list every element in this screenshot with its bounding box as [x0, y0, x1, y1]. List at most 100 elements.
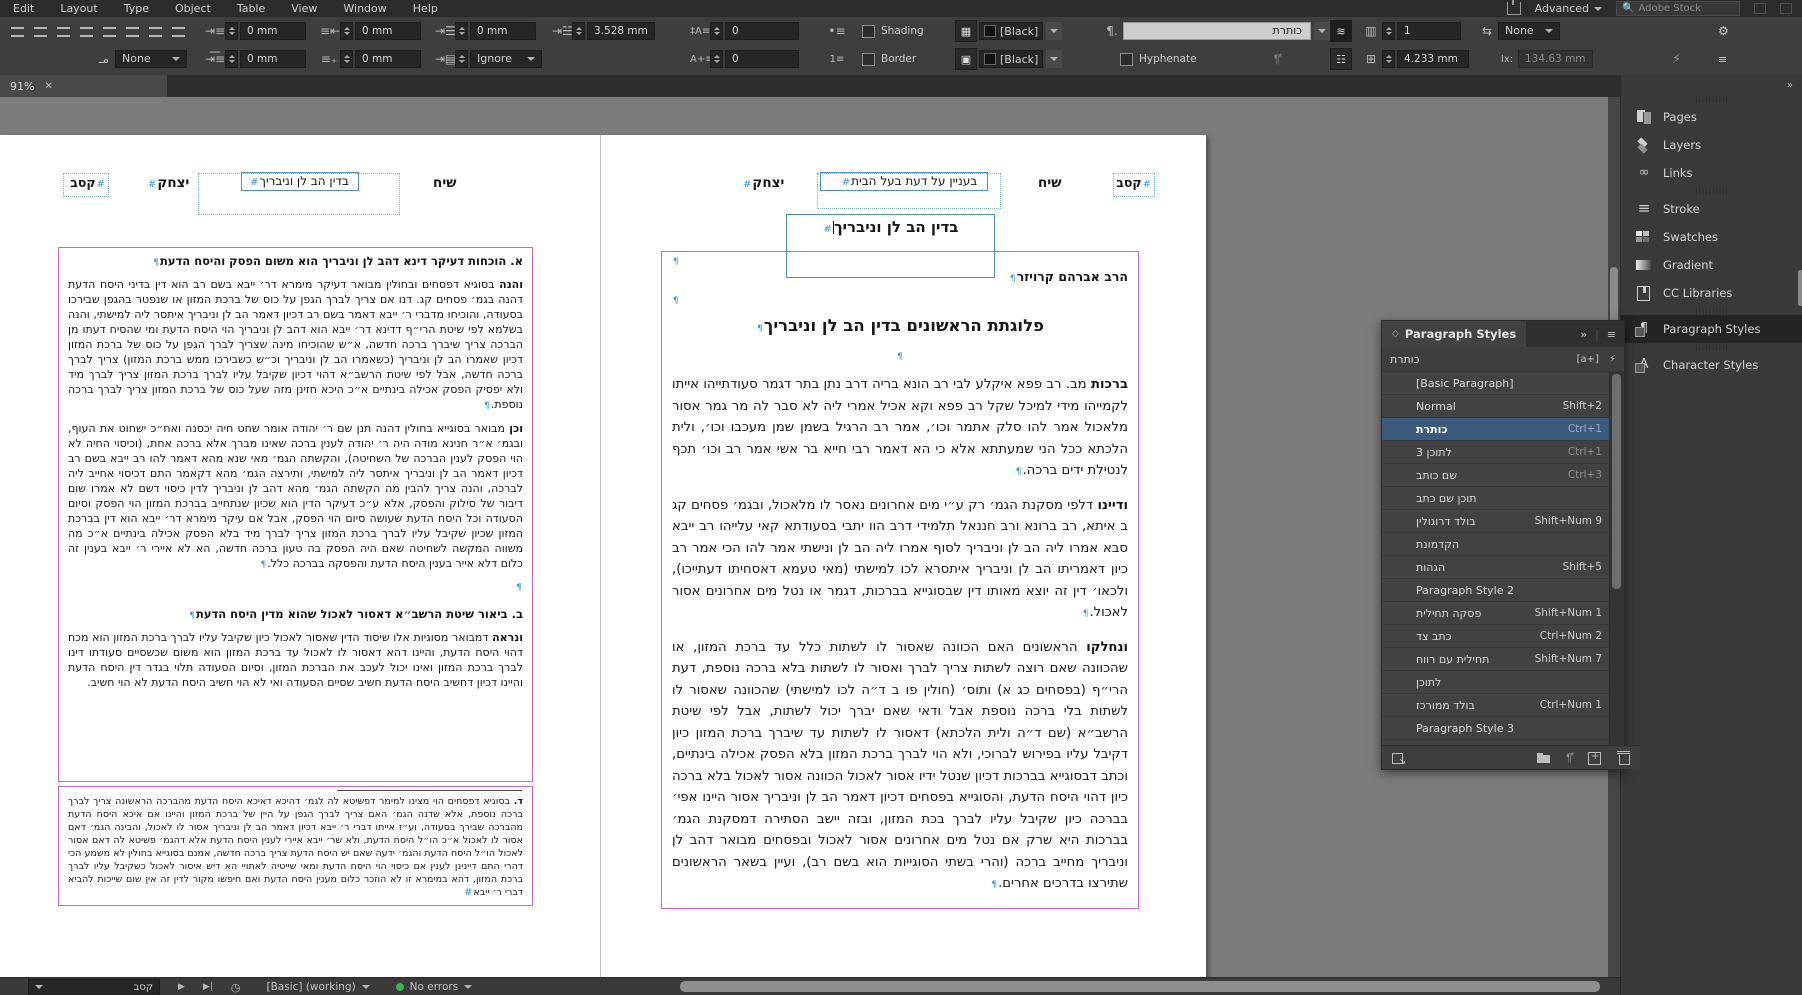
runner-right-2[interactable]: שיח — [1038, 175, 1062, 191]
menu-type[interactable]: Type — [111, 2, 162, 15]
last-line-indent-field[interactable]: 0 mm — [355, 50, 421, 68]
dropcap-chars-stepper[interactable] — [710, 50, 723, 68]
drag-handle[interactable]: |||||||||| — [1621, 343, 1802, 351]
styles-list-scrollbar-thumb[interactable] — [1612, 374, 1621, 589]
space-between-field[interactable]: 3.528 mm — [587, 22, 655, 40]
drag-handle[interactable]: |||||||||| — [1621, 187, 1802, 195]
menu-table[interactable]: Table — [224, 2, 278, 15]
justify-last-right-button[interactable] — [77, 22, 96, 40]
columns-field[interactable]: 1 — [1397, 22, 1461, 40]
align-left-button[interactable] — [54, 22, 73, 40]
shading-checkbox[interactable] — [862, 24, 875, 38]
menu-layout[interactable]: Layout — [47, 2, 110, 15]
quick-apply-bolt-icon[interactable]: ⚡ — [1609, 354, 1616, 365]
dock-item-pages[interactable]: Pages — [1621, 103, 1802, 131]
align-towards-spine-button[interactable] — [146, 22, 165, 40]
clear-overrides-icon[interactable]: ¶⃰ — [1566, 751, 1572, 764]
composer-grid-button[interactable]: ≋ — [1330, 18, 1352, 44]
delete-style-icon[interactable] — [1616, 751, 1632, 765]
close-tab-icon[interactable]: ✕ — [44, 81, 52, 92]
folio-frame-left[interactable]: #קסב — [63, 173, 109, 197]
paragraph-fx-button[interactable]: ¶⃰ — [1268, 46, 1286, 72]
dock-scrollbar-thumb[interactable] — [1798, 270, 1802, 306]
collapse-panels-icon[interactable]: » — [1787, 80, 1793, 91]
styles-list-scrollbar[interactable] — [1609, 372, 1624, 746]
gear-icon[interactable]: ⚙ — [1718, 24, 1729, 38]
dock-item-swatches[interactable]: Swatches — [1621, 223, 1802, 251]
border-color-chevron[interactable] — [1046, 50, 1063, 68]
style-row[interactable]: כתב צד Ctrl+Num 2 — [1382, 625, 1610, 648]
first-line-indent-field[interactable]: 0 mm — [240, 50, 306, 68]
panel-collapse-icon[interactable]: ◇ — [1392, 329, 1399, 339]
span-columns-dropdown[interactable]: None — [1498, 22, 1560, 40]
space-before-field[interactable]: 0 mm — [470, 22, 536, 40]
last-line-indent-stepper[interactable] — [340, 50, 353, 68]
paragraph-style-dropdown[interactable]: כותרת — [1123, 22, 1311, 40]
panel-menu-icon[interactable]: ≡ — [1718, 53, 1727, 66]
style-row[interactable]: Normal Shift+2 — [1382, 395, 1610, 418]
create-new-style-icon[interactable] — [1586, 751, 1602, 765]
menu-window[interactable]: Window — [330, 2, 399, 15]
body-text-frame-right[interactable]: ¶ הרב אברהם קרויזר¶ ¶ פלוגתת הראשונים בד… — [661, 251, 1139, 909]
preflight-profile[interactable]: [Basic] (working) — [267, 981, 370, 993]
align-away-spine-button[interactable] — [169, 22, 188, 40]
menu-view[interactable]: View — [278, 2, 330, 15]
style-row[interactable]: Paragraph Style 2 — [1382, 579, 1610, 602]
style-row[interactable]: לתוכן 3 Ctrl+1 — [1382, 441, 1610, 464]
style-row[interactable]: פסקה תחילית Shift+Num 1 — [1382, 602, 1610, 625]
dock-item-links[interactable]: ∞ Links — [1621, 159, 1802, 187]
align-right-button[interactable] — [8, 22, 27, 40]
close-window-icon[interactable] — [1780, 3, 1792, 14]
document-tab[interactable]: 91% ✕ — [0, 75, 167, 97]
style-row[interactable]: Paragraph Style 3 — [1382, 717, 1610, 740]
dock-item-paragraph-styles[interactable]: ¶ Paragraph Styles — [1621, 315, 1802, 343]
dropcap-lines-field[interactable]: 0 — [725, 22, 799, 40]
justify-all-button[interactable] — [123, 22, 142, 40]
gutter-stepper[interactable] — [1382, 50, 1395, 68]
preflight-clock-icon[interactable]: ◷ — [231, 981, 241, 994]
align-center-button[interactable] — [31, 22, 50, 40]
dock-item-gradient[interactable]: Gradient — [1621, 251, 1802, 279]
adobe-stock-search[interactable]: 🔍 Adobe Stock — [1616, 1, 1740, 16]
lightning-bolt-icon[interactable]: ⚡ — [1672, 52, 1681, 67]
indent-left-field[interactable]: 0 mm — [240, 22, 306, 40]
panel-tab-paragraph-styles[interactable]: ◇ Paragraph Styles — [1382, 321, 1527, 347]
shading-color-dropdown[interactable]: [Black] — [979, 22, 1044, 40]
style-row[interactable]: בולד ממורכז Ctrl+Num 1 — [1382, 694, 1610, 717]
justify-last-center-button[interactable] — [100, 22, 119, 40]
last-page-arrow-icon[interactable]: ▶| — [203, 982, 213, 992]
runner-left-1[interactable]: יצחק# — [147, 175, 189, 191]
restore-window-icon[interactable] — [1754, 3, 1766, 14]
workspace-switcher[interactable]: Advanced — [1535, 2, 1602, 15]
style-row[interactable]: הקדמונת — [1382, 533, 1610, 556]
style-row[interactable]: בולד דרוגולין Shift+Num 9 — [1382, 510, 1610, 533]
style-row[interactable]: [Basic Paragraph] — [1382, 372, 1610, 395]
numbered-list-button[interactable]: 1≡ — [828, 46, 846, 72]
grid-2-button[interactable]: ☷ — [1330, 46, 1352, 72]
dock-item-character-styles[interactable]: A Character Styles — [1621, 351, 1802, 379]
document-canvas[interactable]: #קסב יצחק# בדין הב לן וניבריך# שיח יצחק#… — [0, 97, 1620, 977]
body-text-frame-left[interactable]: א. הוכחות דעיקר דינא דהב לן וניבריך הוא … — [58, 247, 533, 782]
style-row[interactable]: לתוכן — [1382, 671, 1610, 694]
first-line-indent-stepper[interactable] — [225, 50, 238, 68]
share-icon[interactable] — [1506, 0, 1521, 15]
style-row[interactable]: הגהות Shift+5 — [1382, 556, 1610, 579]
indent-right-stepper[interactable] — [340, 22, 353, 40]
shading-color-chevron[interactable] — [1046, 22, 1063, 40]
menu-edit[interactable]: Edit — [0, 2, 47, 15]
drag-handle[interactable]: |||||||||| — [1621, 307, 1802, 315]
load-styles-icon[interactable] — [1390, 751, 1406, 767]
panel-menu-icon[interactable]: ≡ — [1607, 328, 1616, 341]
horizontal-scrollbar-thumb[interactable] — [680, 981, 1600, 992]
border-color-dropdown[interactable]: [Black] — [979, 50, 1044, 68]
style-row[interactable]: שם כותב Ctrl+3 — [1382, 464, 1610, 487]
menu-help[interactable]: Help — [400, 2, 451, 15]
kashida-dropdown[interactable]: None — [115, 50, 187, 68]
space-between-stepper[interactable] — [572, 22, 585, 40]
border-checkbox[interactable] — [862, 52, 875, 66]
header-box-frame-right[interactable]: בעניין על דעת בעל הבית# — [817, 172, 1001, 209]
new-style-group-icon[interactable] — [1536, 751, 1552, 765]
gutter-field[interactable]: 4.233 mm — [1397, 50, 1469, 68]
next-page-arrow-icon[interactable]: ▶ — [178, 982, 185, 992]
style-row-selected[interactable]: כותרת Ctrl+1 — [1382, 418, 1610, 441]
